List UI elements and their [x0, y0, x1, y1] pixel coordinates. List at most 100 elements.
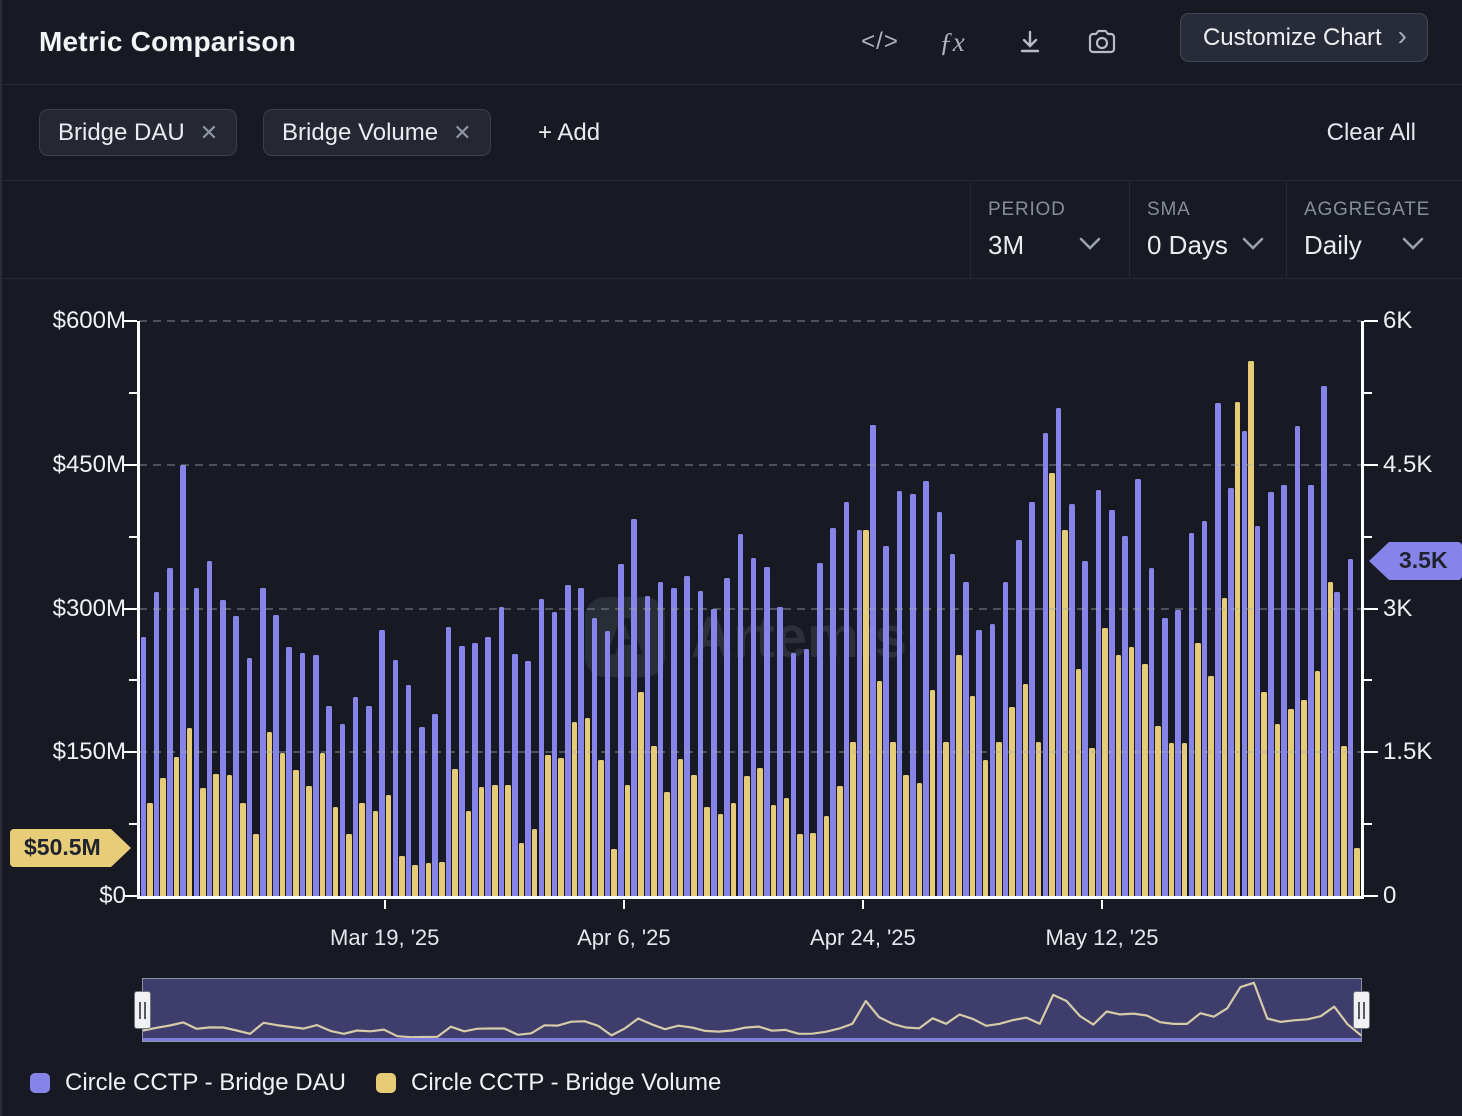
bridge-dau-bar[interactable]: [512, 654, 518, 896]
bridge-dau-bar[interactable]: [897, 491, 903, 896]
bridge-dau-bar[interactable]: [353, 697, 359, 896]
bridge-volume-bar[interactable]: [718, 814, 724, 896]
bridge-volume-bar[interactable]: [1208, 676, 1214, 896]
bridge-dau-bar[interactable]: [1308, 485, 1314, 896]
bridge-volume-bar[interactable]: [824, 816, 830, 897]
bridge-dau-bar[interactable]: [1255, 526, 1261, 896]
bridge-dau-bar[interactable]: [1003, 582, 1009, 896]
bridge-volume-bar[interactable]: [187, 728, 193, 896]
bridge-dau-bar[interactable]: [300, 653, 306, 896]
bridge-volume-bar[interactable]: [611, 849, 617, 896]
bridge-volume-bar[interactable]: [160, 778, 166, 896]
bridge-volume-bar[interactable]: [1036, 742, 1042, 896]
bridge-dau-bar[interactable]: [1268, 492, 1274, 896]
bridge-volume-bar[interactable]: [1129, 647, 1135, 896]
bridge-volume-bar[interactable]: [306, 786, 312, 896]
bridge-dau-bar[interactable]: [950, 554, 956, 896]
bridge-dau-bar[interactable]: [340, 724, 346, 897]
bridge-dau-bar[interactable]: [1321, 386, 1327, 896]
bridge-dau-bar[interactable]: [313, 655, 319, 897]
bridge-dau-bar[interactable]: [1135, 479, 1141, 896]
bridge-volume-bar[interactable]: [1261, 692, 1267, 896]
bridge-volume-bar[interactable]: [1142, 664, 1148, 896]
bridge-volume-bar[interactable]: [996, 742, 1002, 896]
bridge-dau-bar[interactable]: [379, 630, 385, 896]
bridge-volume-bar[interactable]: [320, 753, 326, 896]
bridge-dau-bar[interactable]: [976, 630, 982, 896]
bridge-dau-bar[interactable]: [618, 564, 624, 896]
bridge-dau-bar[interactable]: [910, 494, 916, 896]
legend-item-bridge-dau[interactable]: Circle CCTP - Bridge DAU: [30, 1069, 346, 1097]
bridge-dau-bar[interactable]: [1122, 536, 1128, 896]
bridge-dau-bar[interactable]: [154, 592, 160, 896]
bridge-dau-bar[interactable]: [539, 599, 545, 896]
bridge-volume-bar[interactable]: [253, 834, 259, 896]
bridge-dau-bar[interactable]: [804, 649, 810, 896]
bridge-volume-bar[interactable]: [983, 760, 989, 896]
bridge-dau-bar[interactable]: [233, 616, 239, 896]
navigator-right-handle[interactable]: [1353, 991, 1370, 1029]
bridge-dau-bar[interactable]: [1149, 568, 1155, 896]
chip-bridge-dau[interactable]: Bridge DAU ✕: [39, 109, 237, 156]
bridge-volume-bar[interactable]: [1182, 743, 1188, 896]
bridge-volume-bar[interactable]: [1248, 361, 1254, 896]
bridge-volume-bar[interactable]: [863, 530, 869, 896]
bridge-dau-bar[interactable]: [738, 534, 744, 896]
legend-item-bridge-volume[interactable]: Circle CCTP - Bridge Volume: [376, 1069, 721, 1097]
bridge-dau-bar[interactable]: [247, 658, 253, 896]
bridge-volume-bar[interactable]: [731, 803, 737, 896]
bridge-dau-bar[interactable]: [830, 528, 836, 896]
bridge-dau-bar[interactable]: [446, 627, 452, 896]
bridge-dau-bar[interactable]: [565, 585, 571, 896]
bridge-dau-bar[interactable]: [1242, 431, 1248, 896]
camera-icon[interactable]: [1080, 0, 1124, 84]
bridge-volume-bar[interactable]: [1195, 643, 1201, 896]
embed-code-icon[interactable]: </>: [858, 0, 902, 84]
bridge-dau-bar[interactable]: [194, 588, 200, 896]
chip-bridge-volume[interactable]: Bridge Volume ✕: [263, 109, 491, 156]
bridge-volume-bar[interactable]: [1328, 582, 1334, 896]
bridge-volume-bar[interactable]: [970, 696, 976, 896]
formula-icon[interactable]: ƒx: [930, 0, 974, 84]
bridge-volume-bar[interactable]: [1169, 743, 1175, 896]
bridge-dau-bar[interactable]: [432, 714, 438, 896]
bridge-dau-bar[interactable]: [1069, 504, 1075, 896]
bridge-dau-bar[interactable]: [937, 512, 943, 896]
bridge-volume-bar[interactable]: [890, 742, 896, 896]
bridge-dau-bar[interactable]: [1295, 426, 1301, 896]
bridge-dau-bar[interactable]: [1082, 561, 1088, 896]
bridge-volume-bar[interactable]: [664, 792, 670, 896]
bridge-dau-bar[interactable]: [1162, 618, 1168, 896]
bridge-volume-bar[interactable]: [771, 805, 777, 896]
bridge-volume-bar[interactable]: [651, 746, 657, 896]
bridge-dau-bar[interactable]: [1043, 433, 1049, 896]
bridge-dau-bar[interactable]: [1281, 485, 1287, 896]
bridge-volume-bar[interactable]: [373, 811, 379, 896]
bridge-volume-bar[interactable]: [532, 829, 538, 896]
aggregate-dropdown[interactable]: AGGREGATE Daily: [1286, 182, 1462, 278]
period-dropdown[interactable]: PERIOD 3M: [970, 182, 1129, 278]
bridge-volume-bar[interactable]: [1275, 724, 1281, 897]
bridge-dau-bar[interactable]: [552, 612, 558, 896]
bridge-dau-bar[interactable]: [592, 618, 598, 896]
bridge-volume-bar[interactable]: [678, 759, 684, 896]
bridge-volume-bar[interactable]: [1062, 530, 1068, 896]
bridge-volume-bar[interactable]: [439, 862, 445, 897]
bridge-dau-bar[interactable]: [671, 588, 677, 896]
bridge-volume-bar[interactable]: [1009, 707, 1015, 896]
bridge-dau-bar[interactable]: [472, 643, 478, 896]
bridge-volume-bar[interactable]: [1076, 669, 1082, 896]
navigator-left-handle[interactable]: [134, 991, 151, 1029]
bridge-dau-bar[interactable]: [220, 600, 226, 896]
bridge-volume-bar[interactable]: [479, 787, 485, 896]
bridge-volume-bar[interactable]: [943, 742, 949, 896]
bridge-dau-bar[interactable]: [698, 591, 704, 896]
download-icon[interactable]: [1008, 0, 1052, 84]
bridge-dau-bar[interactable]: [631, 519, 637, 896]
bridge-volume-bar[interactable]: [704, 807, 710, 896]
bridge-dau-bar[interactable]: [180, 465, 186, 896]
bridge-volume-bar[interactable]: [452, 769, 458, 896]
bridge-volume-bar[interactable]: [1116, 655, 1122, 897]
bridge-dau-bar[interactable]: [406, 685, 412, 896]
bridge-volume-bar[interactable]: [1235, 402, 1241, 897]
